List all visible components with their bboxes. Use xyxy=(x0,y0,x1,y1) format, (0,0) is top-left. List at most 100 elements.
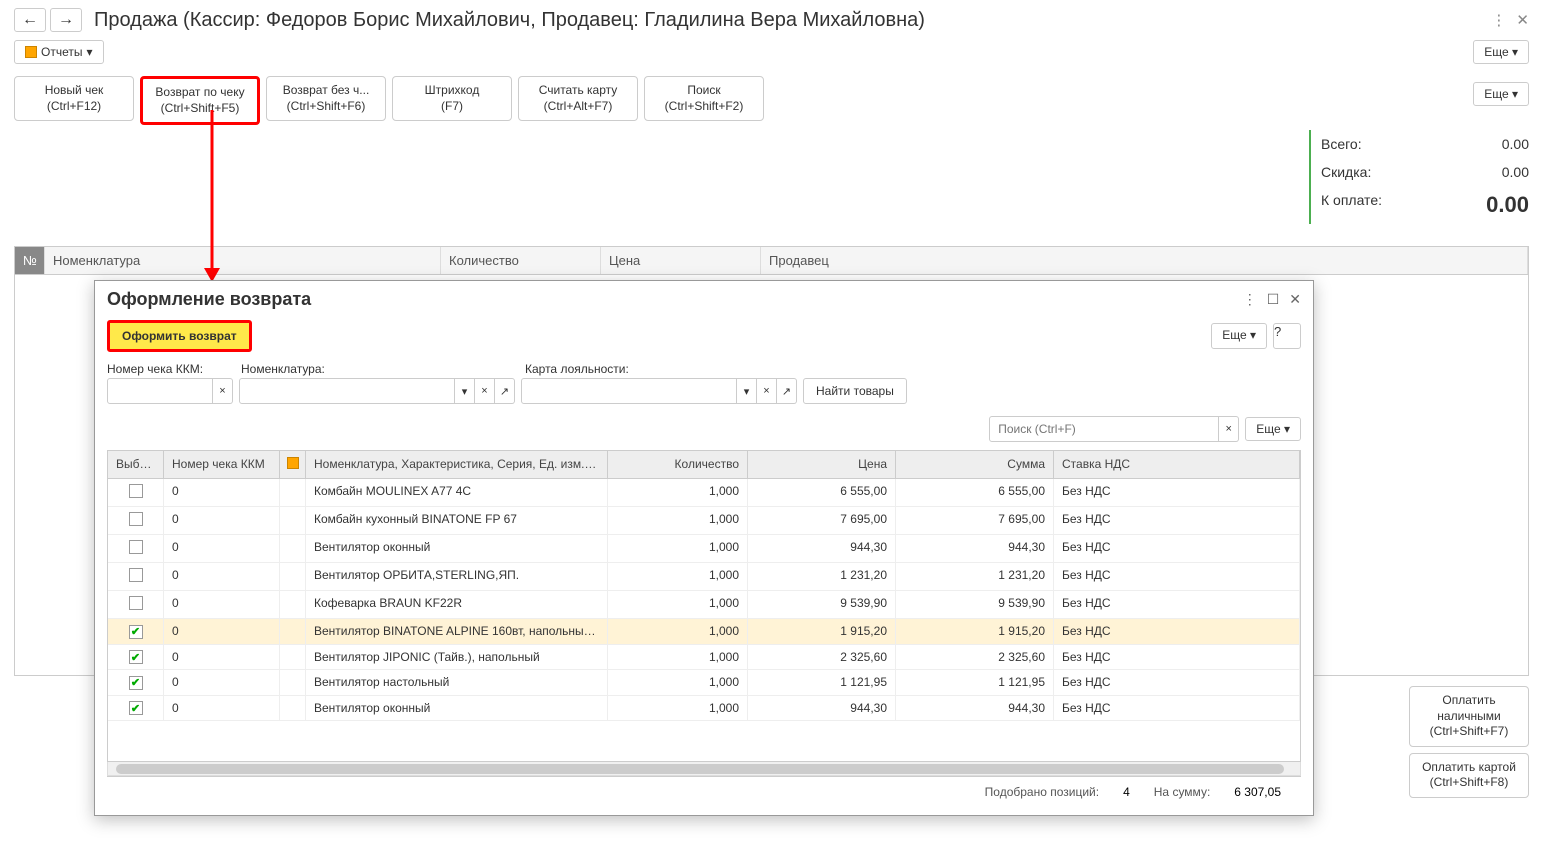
loyalty-card-input[interactable] xyxy=(521,378,737,404)
col-selected[interactable]: Выбран xyxy=(108,451,164,478)
row-checkbox[interactable] xyxy=(129,540,143,554)
loyalty-filter-label: Карта лояльности: xyxy=(525,362,803,376)
cell-kkm: 0 xyxy=(164,619,280,644)
nomenclature-input[interactable] xyxy=(239,378,455,404)
modal-more-button[interactable]: Еще ▾ xyxy=(1211,323,1267,349)
col-seller: Продавец xyxy=(761,247,1528,274)
cell-icon xyxy=(280,563,306,590)
col-sum[interactable]: Сумма xyxy=(896,451,1054,478)
nav-forward-button[interactable]: → xyxy=(50,8,82,32)
table-row[interactable]: 0Комбайн MOULINEX A77 4C1,0006 555,006 5… xyxy=(108,479,1300,507)
modal-menu-icon[interactable]: ⋮ xyxy=(1243,291,1257,308)
open-icon[interactable]: ↗ xyxy=(495,378,515,404)
clear-search-icon[interactable]: × xyxy=(1219,416,1239,442)
action-button-0[interactable]: Новый чек(Ctrl+F12) xyxy=(14,76,134,121)
pay-cash-button[interactable]: Оплатить наличными (Ctrl+Shift+F7) xyxy=(1409,686,1529,747)
table-row[interactable]: 0Кофеварка BRAUN KF22R1,0009 539,909 539… xyxy=(108,591,1300,619)
sum-label: На сумму: xyxy=(1154,785,1211,799)
modal-maximize-icon[interactable]: ☐ xyxy=(1267,291,1280,308)
cell-price: 1 121,95 xyxy=(748,670,896,695)
cell-icon xyxy=(280,645,306,670)
cell-vat: Без НДС xyxy=(1054,535,1300,562)
table-row[interactable]: 0Вентилятор BINATONE ALPINE 160вт, напол… xyxy=(108,619,1300,645)
action-button-1[interactable]: Возврат по чеку(Ctrl+Shift+F5) xyxy=(140,76,260,125)
discount-label: Скидка: xyxy=(1321,164,1371,180)
cell-qty: 1,000 xyxy=(608,535,748,562)
cell-vat: Без НДС xyxy=(1054,696,1300,721)
table-row[interactable]: 0Комбайн кухонный BINATONE FP 671,0007 6… xyxy=(108,507,1300,535)
selection-table: Выбран Номер чека ККМ Номенклатура, Хара… xyxy=(107,450,1301,762)
cell-sum: 1 231,20 xyxy=(896,563,1054,590)
chevron-down-icon[interactable]: ▾ xyxy=(737,378,757,404)
clear-icon[interactable]: × xyxy=(213,378,233,404)
table-row[interactable]: 0Вентилятор JIPONIC (Тайв.), напольный1,… xyxy=(108,645,1300,671)
col-icon[interactable] xyxy=(280,451,306,478)
action-button-4[interactable]: Считать карту(Ctrl+Alt+F7) xyxy=(518,76,638,121)
cell-vat: Без НДС xyxy=(1054,645,1300,670)
chevron-down-icon: ▾ xyxy=(86,45,92,59)
nav-back-button[interactable]: ← xyxy=(14,8,46,32)
cell-price: 7 695,00 xyxy=(748,507,896,534)
kkm-number-input[interactable] xyxy=(107,378,213,404)
row-checkbox[interactable] xyxy=(129,676,143,690)
horizontal-scrollbar[interactable] xyxy=(107,762,1301,776)
action-button-2[interactable]: Возврат без ч...(Ctrl+Shift+F6) xyxy=(266,76,386,121)
cell-nom: Комбайн кухонный BINATONE FP 67 xyxy=(306,507,608,534)
col-qty[interactable]: Количество xyxy=(608,451,748,478)
action-button-3[interactable]: Штрихкод(F7) xyxy=(392,76,512,121)
table-row[interactable]: 0Вентилятор оконный1,000944,30944,30Без … xyxy=(108,535,1300,563)
reports-button[interactable]: Отчеты ▾ xyxy=(14,40,104,64)
table-row[interactable]: 0Вентилятор ОРБИТА,STERLING,ЯП.1,0001 23… xyxy=(108,563,1300,591)
cell-price: 2 325,60 xyxy=(748,645,896,670)
total-value: 0.00 xyxy=(1502,136,1529,152)
discount-value: 0.00 xyxy=(1502,164,1529,180)
table-row[interactable]: 0Вентилятор настольный1,0001 121,951 121… xyxy=(108,670,1300,696)
chevron-down-icon[interactable]: ▾ xyxy=(455,378,475,404)
submit-return-button[interactable]: Оформить возврат xyxy=(107,320,252,352)
search-input[interactable] xyxy=(989,416,1219,442)
row-checkbox[interactable] xyxy=(129,512,143,526)
col-vat[interactable]: Ставка НДС xyxy=(1054,451,1300,478)
cell-sum: 1 915,20 xyxy=(896,619,1054,644)
col-nomenclature: Номенклатура xyxy=(45,247,441,274)
clear-icon[interactable]: × xyxy=(475,378,495,404)
cell-price: 1 915,20 xyxy=(748,619,896,644)
more-button-top[interactable]: Еще ▾ xyxy=(1473,40,1529,64)
more-button-actions[interactable]: Еще ▾ xyxy=(1473,82,1529,106)
col-nom[interactable]: Номенклатура, Характеристика, Серия, Ед.… xyxy=(306,451,608,478)
cell-qty: 1,000 xyxy=(608,591,748,618)
row-checkbox[interactable] xyxy=(129,484,143,498)
chevron-down-icon: ▾ xyxy=(1512,45,1518,59)
cell-icon xyxy=(280,619,306,644)
cell-vat: Без НДС xyxy=(1054,619,1300,644)
col-price[interactable]: Цена xyxy=(748,451,896,478)
cell-sum: 2 325,60 xyxy=(896,645,1054,670)
cell-icon xyxy=(280,479,306,506)
cell-price: 944,30 xyxy=(748,535,896,562)
kkm-filter-label: Номер чека ККМ: xyxy=(107,362,235,376)
modal-close-icon[interactable]: ✕ xyxy=(1289,291,1301,308)
close-icon[interactable]: ✕ xyxy=(1516,11,1529,29)
return-modal: Оформление возврата ⋮ ☐ ✕ Оформить возвр… xyxy=(94,280,1314,816)
pay-card-button[interactable]: Оплатить картой (Ctrl+Shift+F8) xyxy=(1409,753,1529,798)
menu-icon[interactable]: ⋮ xyxy=(1491,11,1506,29)
help-button[interactable]: ? xyxy=(1273,323,1301,349)
table-row[interactable]: 0Вентилятор оконный1,000944,30944,30Без … xyxy=(108,696,1300,722)
row-checkbox[interactable] xyxy=(129,650,143,664)
cell-sum: 1 121,95 xyxy=(896,670,1054,695)
row-checkbox[interactable] xyxy=(129,625,143,639)
action-button-5[interactable]: Поиск(Ctrl+Shift+F2) xyxy=(644,76,764,121)
table-more-button[interactable]: Еще ▾ xyxy=(1245,417,1301,441)
cell-kkm: 0 xyxy=(164,696,280,721)
row-checkbox[interactable] xyxy=(129,701,143,715)
row-checkbox[interactable] xyxy=(129,568,143,582)
cell-price: 6 555,00 xyxy=(748,479,896,506)
clear-icon[interactable]: × xyxy=(757,378,777,404)
chevron-down-icon: ▾ xyxy=(1250,328,1256,342)
cell-icon xyxy=(280,591,306,618)
cell-kkm: 0 xyxy=(164,535,280,562)
find-items-button[interactable]: Найти товары xyxy=(803,378,907,404)
row-checkbox[interactable] xyxy=(129,596,143,610)
open-icon[interactable]: ↗ xyxy=(777,378,797,404)
col-kkm[interactable]: Номер чека ККМ xyxy=(164,451,280,478)
